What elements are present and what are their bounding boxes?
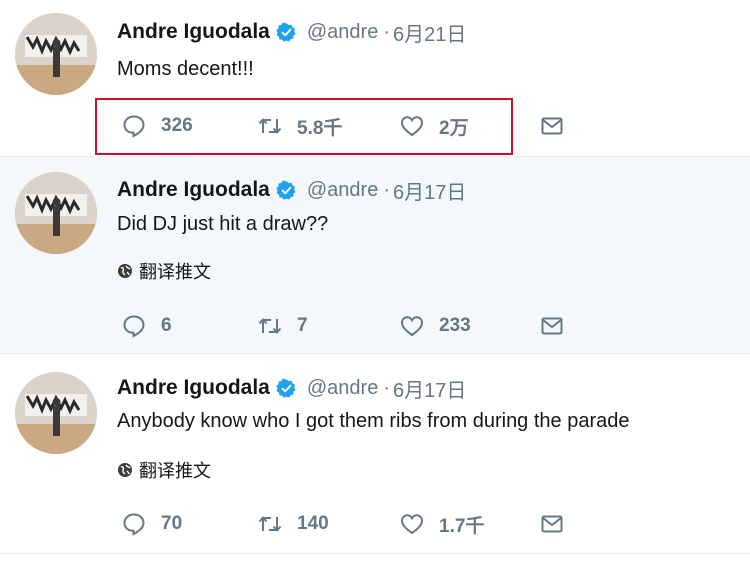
- envelope-icon: [541, 317, 563, 335]
- reply-count: 70: [161, 513, 183, 534]
- avatar-image: [15, 172, 97, 254]
- tweet-date[interactable]: 6月21日: [393, 18, 466, 47]
- tweet-date[interactable]: 6月17日: [393, 374, 466, 403]
- globe-icon: [118, 463, 132, 477]
- verified-badge-icon: [276, 22, 296, 42]
- retweet-arrows-icon: [258, 318, 282, 334]
- like-count: 2万: [439, 117, 469, 139]
- retweet-button[interactable]: 7: [257, 310, 308, 342]
- direct-message-button[interactable]: [539, 508, 565, 540]
- author-name[interactable]: Andre Iguodala: [117, 376, 270, 400]
- like-count: 233: [439, 315, 471, 336]
- retweet-button[interactable]: 140: [257, 508, 329, 540]
- header-separator: ·: [383, 20, 390, 43]
- retweet-arrows-icon: [258, 118, 282, 134]
- verified-badge-icon: [276, 378, 296, 398]
- heart-icon: [400, 316, 424, 337]
- globe-icon: [118, 264, 132, 278]
- direct-message-button[interactable]: [539, 110, 565, 142]
- like-button[interactable]: 233: [399, 310, 471, 342]
- translate-tweet-link[interactable]: 翻译推文: [117, 258, 211, 284]
- retweet-count: 140: [297, 513, 329, 534]
- avatar[interactable]: [15, 13, 97, 95]
- author-handle[interactable]: @andre: [307, 179, 378, 202]
- author-name[interactable]: Andre Iguodala: [117, 178, 270, 202]
- heart-icon: [400, 116, 424, 137]
- envelope-icon: [541, 515, 563, 533]
- tweet[interactable]: Andre Iguodala @andre · 6月17日 Anybody kn…: [0, 354, 750, 554]
- like-count: 1.7千: [439, 515, 485, 537]
- speech-bubble-icon: [123, 115, 145, 138]
- retweet-count: 7: [297, 315, 308, 336]
- envelope-icon: [541, 117, 563, 135]
- avatar-image: [15, 13, 97, 95]
- retweet-button[interactable]: 5.8千: [257, 110, 342, 142]
- reply-button[interactable]: 6: [121, 310, 172, 342]
- author-handle[interactable]: @andre: [307, 21, 378, 44]
- retweet-arrows-icon: [258, 516, 282, 532]
- tweet[interactable]: Andre Iguodala @andre · 6月17日 Did DJ jus…: [0, 157, 750, 354]
- author-name[interactable]: Andre Iguodala: [117, 20, 270, 44]
- heart-icon: [400, 514, 424, 535]
- verified-badge-icon: [276, 180, 296, 200]
- header-separator: ·: [383, 376, 390, 399]
- tweet-actions: 6 7 233: [117, 310, 587, 342]
- avatar-image: [15, 372, 97, 454]
- author-handle[interactable]: @andre: [307, 377, 378, 400]
- reply-count: 6: [161, 315, 172, 336]
- tweet-header: Andre Iguodala @andre · 6月17日: [117, 374, 466, 402]
- direct-message-button[interactable]: [539, 310, 565, 342]
- tweet-text: Moms decent!!!: [117, 58, 254, 80]
- like-button[interactable]: 1.7千: [399, 508, 484, 540]
- reply-button[interactable]: 70: [121, 508, 182, 540]
- tweet-header: Andre Iguodala @andre · 6月17日: [117, 176, 466, 204]
- speech-bubble-icon: [123, 315, 145, 338]
- tweet-actions: 326 5.8千 2万: [117, 110, 587, 142]
- translate-tweet-link[interactable]: 翻译推文: [117, 457, 211, 483]
- avatar[interactable]: [15, 172, 97, 254]
- tweet-text: Did DJ just hit a draw??: [117, 213, 329, 235]
- like-button[interactable]: 2万: [399, 110, 469, 142]
- tweet-text: Anybody know who I got them ribs from du…: [117, 410, 630, 432]
- speech-bubble-icon: [123, 513, 145, 536]
- reply-button[interactable]: 326: [121, 110, 193, 142]
- retweet-count: 5.8千: [297, 117, 343, 139]
- header-separator: ·: [383, 178, 390, 201]
- tweet-date[interactable]: 6月17日: [393, 176, 466, 205]
- avatar[interactable]: [15, 372, 97, 454]
- translate-tweet-label: 翻译推文: [139, 262, 211, 282]
- reply-count: 326: [161, 115, 193, 136]
- timeline: Andre Iguodala @andre · 6月21日 Moms decen…: [0, 0, 750, 563]
- tweet-actions: 70 140 1.7千: [117, 508, 587, 540]
- tweet[interactable]: Andre Iguodala @andre · 6月21日 Moms decen…: [0, 0, 750, 157]
- tweet-header: Andre Iguodala @andre · 6月21日: [117, 18, 466, 46]
- translate-tweet-label: 翻译推文: [139, 461, 211, 481]
